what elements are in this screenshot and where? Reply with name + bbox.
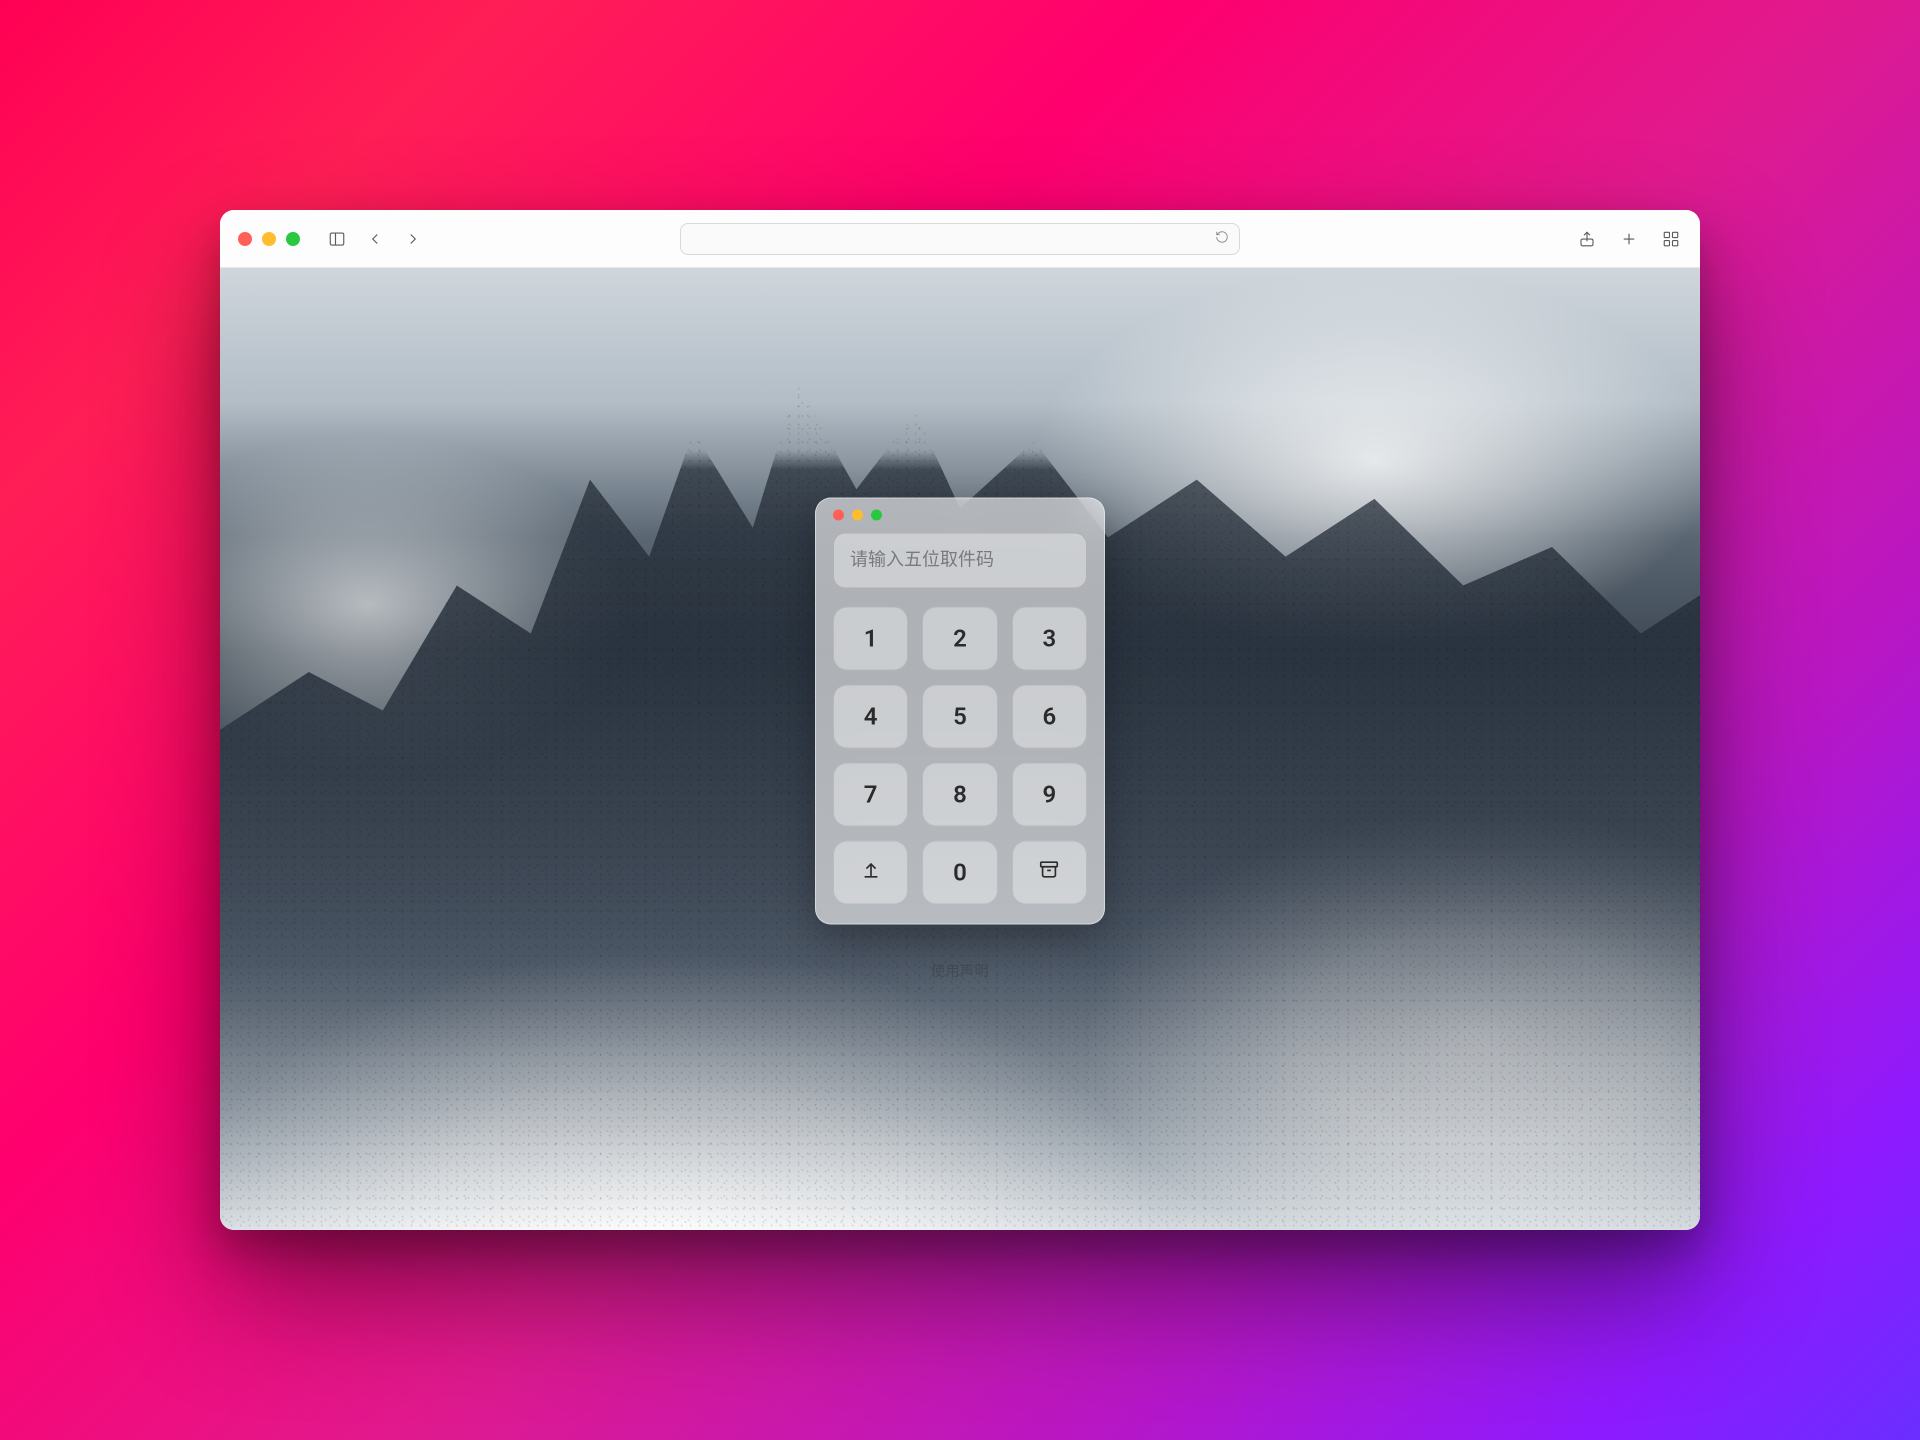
minimize-window-button[interactable] bbox=[262, 232, 276, 246]
pickup-code-input[interactable] bbox=[833, 532, 1087, 588]
forward-button[interactable] bbox=[402, 228, 424, 250]
key-6[interactable]: 6 bbox=[1012, 684, 1087, 748]
close-window-button[interactable] bbox=[238, 232, 252, 246]
key-0[interactable]: 0 bbox=[922, 840, 997, 904]
address-bar[interactable] bbox=[680, 223, 1240, 255]
tab-overview-icon[interactable] bbox=[1660, 228, 1682, 250]
key-archive[interactable] bbox=[1012, 840, 1087, 904]
key-9[interactable]: 9 bbox=[1012, 762, 1087, 826]
keypad: 1 2 3 4 5 6 7 8 9 0 bbox=[833, 606, 1087, 904]
key-8[interactable]: 8 bbox=[922, 762, 997, 826]
key-5[interactable]: 5 bbox=[922, 684, 997, 748]
panel-close-button[interactable] bbox=[833, 509, 844, 520]
key-1[interactable]: 1 bbox=[833, 606, 908, 670]
page-viewport: 使用声明 1 2 3 4 5 6 7 8 9 bbox=[220, 268, 1700, 1230]
panel-fullscreen-button[interactable] bbox=[871, 509, 882, 520]
browser-titlebar bbox=[220, 210, 1700, 268]
reload-icon[interactable] bbox=[1215, 229, 1229, 248]
panel-window-controls bbox=[833, 509, 1087, 520]
upload-icon bbox=[860, 858, 882, 886]
key-7[interactable]: 7 bbox=[833, 762, 908, 826]
key-upload[interactable] bbox=[833, 840, 908, 904]
fullscreen-window-button[interactable] bbox=[286, 232, 300, 246]
window-controls bbox=[238, 232, 300, 246]
archive-icon bbox=[1038, 858, 1060, 886]
browser-window: 使用声明 1 2 3 4 5 6 7 8 9 bbox=[220, 210, 1700, 1230]
key-4[interactable]: 4 bbox=[833, 684, 908, 748]
toolbar-right bbox=[1576, 228, 1682, 250]
new-tab-icon[interactable] bbox=[1618, 228, 1640, 250]
back-button[interactable] bbox=[364, 228, 386, 250]
panel-minimize-button[interactable] bbox=[852, 509, 863, 520]
sidebar-toggle-icon[interactable] bbox=[326, 228, 348, 250]
share-icon[interactable] bbox=[1576, 228, 1598, 250]
footer-link[interactable]: 使用声明 bbox=[931, 961, 989, 981]
pickup-code-panel: 1 2 3 4 5 6 7 8 9 0 bbox=[815, 497, 1105, 924]
key-3[interactable]: 3 bbox=[1012, 606, 1087, 670]
nav-group bbox=[326, 228, 424, 250]
key-2[interactable]: 2 bbox=[922, 606, 997, 670]
